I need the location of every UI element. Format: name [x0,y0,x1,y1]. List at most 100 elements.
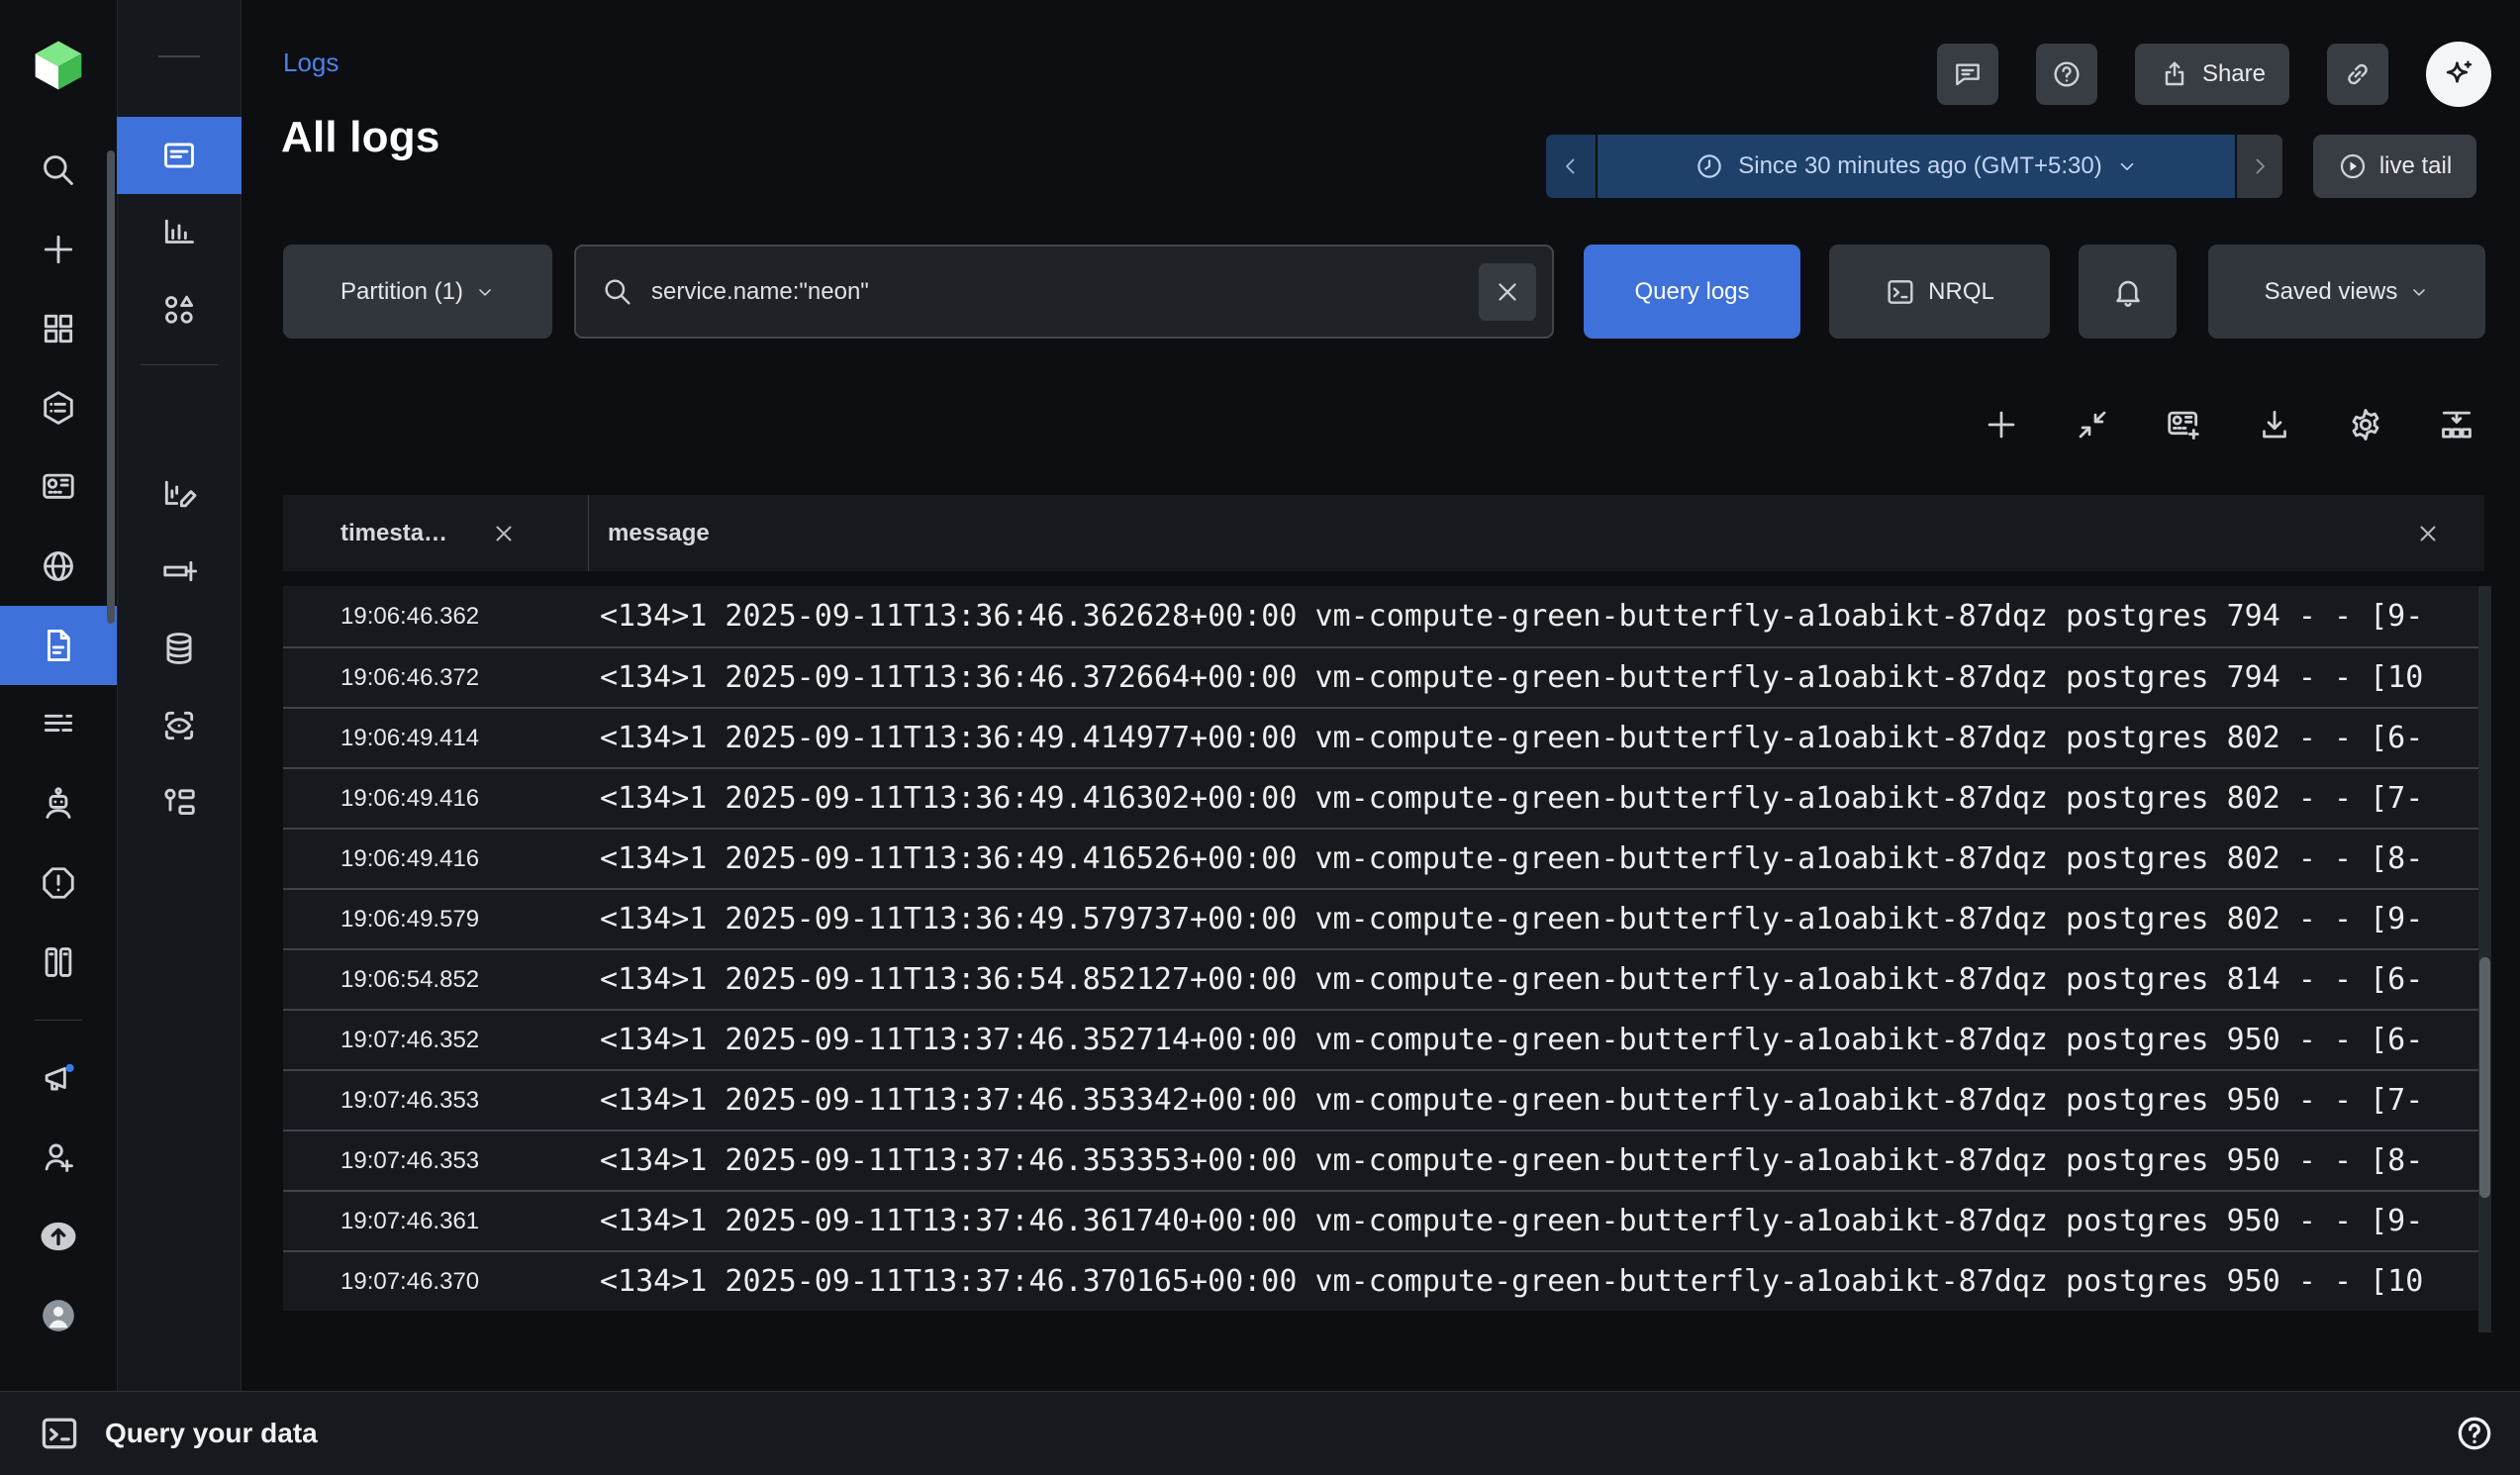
sidebar-item-upgrade[interactable] [0,1197,117,1276]
time-range-picker[interactable]: Since 30 minutes ago (GMT+5:30) [1598,135,2235,198]
flow-icon [160,784,198,822]
log-row[interactable]: 19:06:49.414 <134>1 2025-09-11T13:36:49.… [283,707,2484,767]
close-icon [491,521,517,546]
primary-sidebar [0,0,117,1391]
link-icon [2342,58,2374,90]
breadcrumb[interactable]: Logs [283,48,339,78]
log-lines-icon [40,706,77,743]
log-row[interactable]: 19:06:54.852 <134>1 2025-09-11T13:36:54.… [283,948,2484,1009]
megaphone-icon [40,1059,77,1097]
alert-bell-button[interactable] [2079,245,2177,339]
logs-sidebar-item-data-partitions[interactable] [117,610,242,687]
logs-sidebar-item-parsing[interactable] [117,764,242,841]
log-timestamp-cell: 19:07:46.353 [283,1147,588,1175]
partition-dropdown[interactable]: Partition (1) [283,245,552,339]
collapse-button[interactable] [2074,406,2111,443]
group-columns-icon [2438,406,2475,443]
upload-circle-icon [39,1220,78,1253]
log-row[interactable]: 19:06:46.372 <134>1 2025-09-11T13:36:46.… [283,646,2484,707]
hexagon-list-icon [40,389,77,427]
column-header-timestamp[interactable]: timesta… [283,520,588,547]
sidebar-item-entities[interactable] [0,368,117,447]
bell-icon [2111,275,2145,309]
share-button[interactable]: Share [2135,44,2289,105]
search-icon [602,276,633,308]
sidebar-item-logs[interactable] [0,606,117,685]
log-row[interactable]: 19:06:46.362 <134>1 2025-09-11T13:36:46.… [283,586,2484,646]
log-row[interactable]: 19:07:46.370 <134>1 2025-09-11T13:37:46.… [283,1250,2484,1311]
ai-assistant-button[interactable] [2426,42,2491,107]
avatar-icon [39,1296,78,1335]
dashboard-card-icon [40,468,77,506]
terminal-icon-wrap [38,1412,81,1455]
log-timestamp-cell: 19:07:46.352 [283,1027,588,1054]
sidebar-item-announcements[interactable] [0,1038,117,1118]
saved-views-dropdown[interactable]: Saved views [2208,245,2485,339]
sidebar-item-dashboards[interactable] [0,447,117,527]
download-button[interactable] [2256,406,2293,443]
sidebar-item-ai-assistant[interactable] [0,764,117,843]
copy-link-button[interactable] [2327,44,2388,105]
time-forward-button[interactable] [2237,135,2282,198]
log-search-input[interactable] [651,278,1479,306]
time-bar: Since 30 minutes ago (GMT+5:30) live tai… [0,135,2520,198]
sidebar-item-traces[interactable] [0,685,117,764]
nrql-label: NRQL [1928,278,1994,306]
clear-search-button[interactable] [1479,263,1536,321]
log-row[interactable]: 19:07:46.352 <134>1 2025-09-11T13:37:46.… [283,1009,2484,1069]
sidebar-item-account[interactable] [0,1276,117,1355]
sidebar-scrollbar[interactable] [107,150,115,624]
chevron-down-icon [475,282,495,302]
feedback-button[interactable] [1937,44,1998,105]
nrql-button[interactable]: NRQL [1829,245,2050,339]
collapse-arrows-icon [2075,407,2110,442]
query-logs-button[interactable]: Query logs [1584,245,1800,339]
log-timestamp-cell: 19:06:49.416 [283,785,588,813]
help-button[interactable] [2036,44,2097,105]
sidebar-item-invite-user[interactable] [0,1118,117,1197]
log-row[interactable]: 19:06:49.579 <134>1 2025-09-11T13:36:49.… [283,888,2484,948]
close-icon [2415,521,2441,546]
remove-timestamp-column-button[interactable] [491,521,517,546]
log-row[interactable]: 19:07:46.361 <134>1 2025-09-11T13:37:46.… [283,1190,2484,1250]
brand-logo[interactable] [31,0,86,131]
table-scrollbar-track[interactable] [2478,586,2491,1332]
log-row[interactable]: 19:07:46.353 <134>1 2025-09-11T13:37:46.… [283,1130,2484,1190]
log-search-box[interactable] [574,245,1554,339]
document-icon [40,627,77,664]
logs-sidebar-item-obfuscation[interactable] [117,687,242,764]
column-header-message[interactable]: message [588,520,2484,547]
help-circle-icon [2051,58,2083,90]
table-scrollbar-thumb[interactable] [2479,957,2490,1198]
gear-icon [2347,406,2384,443]
log-row[interactable]: 19:06:49.416 <134>1 2025-09-11T13:36:49.… [283,828,2484,888]
logs-sidebar-item-create-chart[interactable] [117,455,242,533]
time-back-button[interactable] [1546,135,1596,198]
play-circle-icon [2338,151,2368,181]
chevron-right-icon [2248,154,2272,178]
log-timestamp-cell: 19:06:49.579 [283,906,588,934]
globe-icon [40,547,77,585]
logs-sidebar-item-drop-filters[interactable] [117,533,242,610]
log-message-cell: <134>1 2025-09-11T13:36:46.372664+00:00 … [588,660,2484,695]
share-icon [2159,58,2190,90]
robot-icon [40,785,77,823]
add-to-dashboard-button[interactable] [2165,406,2202,443]
add-column-button[interactable] [1983,406,2020,443]
sidebar-item-alerts[interactable] [0,843,117,923]
settings-button[interactable] [2347,406,2384,443]
share-label: Share [2202,60,2266,88]
sidebar-item-compare[interactable] [0,923,117,1002]
remove-message-column-button[interactable] [2415,521,2441,546]
two-columns-icon [40,943,77,981]
sidebar-item-browse[interactable] [0,527,117,606]
group-columns-button[interactable] [2438,406,2475,443]
log-rows: 19:06:46.362 <134>1 2025-09-11T13:36:46.… [283,586,2484,1311]
log-row[interactable]: 19:07:46.353 <134>1 2025-09-11T13:37:46.… [283,1069,2484,1130]
query-your-data-bar[interactable]: Query your data [0,1391,2520,1475]
query-your-data-label: Query your data [105,1418,318,1449]
log-row[interactable]: 19:06:49.416 <134>1 2025-09-11T13:36:49.… [283,767,2484,828]
live-tail-button[interactable]: live tail [2313,135,2476,198]
bottom-help-button[interactable] [2455,1414,2494,1453]
log-table-header: timesta… message [283,495,2484,571]
